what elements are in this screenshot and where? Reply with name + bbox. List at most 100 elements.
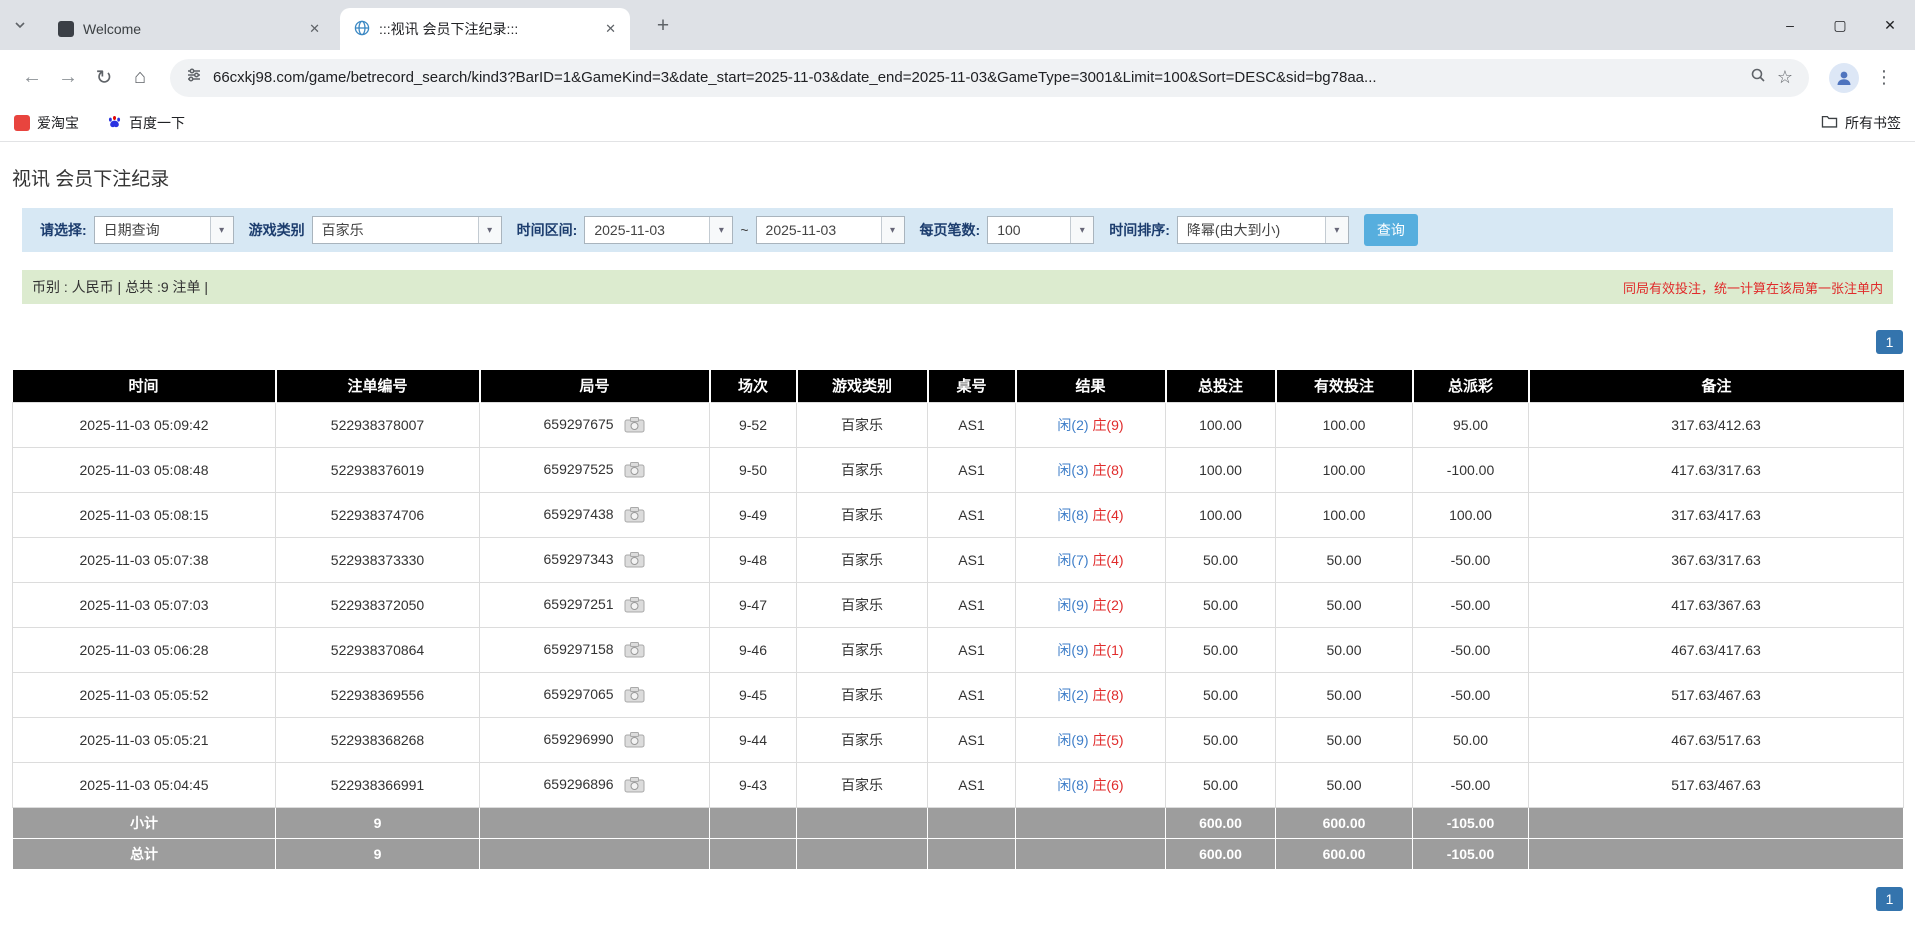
header-payout: 总派彩	[1412, 370, 1530, 402]
video-replay-icon[interactable]	[624, 731, 645, 748]
empty-cell	[479, 806, 710, 839]
tab-close-icon[interactable]: ✕	[305, 19, 324, 39]
cell-bet-id: 522938378007	[275, 401, 480, 448]
chevron-down-icon[interactable]: ▾	[209, 217, 233, 243]
cell-total-bet: 50.00	[1165, 761, 1276, 808]
video-replay-icon[interactable]	[624, 416, 645, 433]
profile-avatar[interactable]	[1829, 62, 1859, 93]
video-replay-icon[interactable]	[624, 461, 645, 478]
cell-valid-bet: 50.00	[1275, 536, 1413, 583]
subtotal-row: 小计 9 600.00 600.00 -105.00	[12, 806, 1904, 839]
chevron-down-icon[interactable]: ▾	[477, 217, 501, 243]
maximize-button[interactable]: ▢	[1815, 0, 1865, 50]
tab-welcome[interactable]: Welcome ✕	[44, 8, 334, 50]
cell-time: 2025-11-03 05:06:28	[12, 626, 276, 673]
date-start-select[interactable]: 2025-11-03 ▾	[584, 216, 734, 244]
header-time: 时间	[12, 370, 277, 402]
cell-bet-id: 522938369556	[275, 671, 480, 718]
cell-table-no: AS1	[927, 716, 1016, 763]
back-icon[interactable]: ←	[14, 60, 50, 96]
game-type-select[interactable]: 百家乐 ▾	[311, 216, 502, 244]
game-type-value: 百家乐	[321, 222, 364, 238]
address-bar[interactable]: 66cxkj98.com/game/betrecord_search/kind3…	[170, 58, 1809, 97]
result-player: 闲(9)	[1057, 731, 1089, 748]
per-page-select[interactable]: 100 ▾	[987, 216, 1095, 244]
round-id: 659297438	[543, 505, 614, 522]
cell-payout: 50.00	[1412, 716, 1529, 763]
cell-valid-bet: 50.00	[1275, 581, 1413, 628]
subtotal-payout: -105.00	[1412, 806, 1529, 839]
cell-result: 闲(9) 庄(1)	[1015, 626, 1166, 673]
browser-toolbar: ← → ↻ ⌂ 66cxkj98.com/game/betrecord_sear…	[0, 50, 1915, 105]
bookmark-aitaobao[interactable]: 爱淘宝	[14, 113, 79, 133]
per-page-value: 100	[997, 222, 1021, 238]
all-bookmarks[interactable]: 所有书签	[1821, 113, 1901, 133]
header-game-type: 游戏类别	[796, 370, 929, 402]
sort-select[interactable]: 降幂(由大到小) ▾	[1176, 216, 1349, 244]
round-id: 659297158	[543, 640, 614, 657]
query-type-select[interactable]: 日期查询 ▾	[93, 216, 234, 244]
cell-session: 9-52	[709, 401, 797, 448]
tab-close-icon[interactable]: ✕	[601, 19, 620, 39]
bookmark-star-icon[interactable]: ☆	[1777, 67, 1793, 88]
minimize-button[interactable]: –	[1765, 0, 1815, 50]
page-number-button-top[interactable]: 1	[1876, 330, 1903, 354]
cell-table-no: AS1	[927, 491, 1016, 538]
video-replay-icon[interactable]	[624, 506, 645, 523]
zoom-icon[interactable]	[1750, 67, 1766, 88]
reload-icon[interactable]: ↻	[86, 60, 122, 96]
forward-icon[interactable]: →	[50, 60, 86, 96]
bookmark-baidu[interactable]: 百度一下	[107, 113, 185, 133]
cell-result: 闲(9) 庄(2)	[1015, 581, 1166, 628]
result-player: 闲(8)	[1057, 506, 1089, 523]
table-row: 2025-11-03 05:05:21 522938368268 6592969…	[12, 716, 1904, 763]
cell-table-no: AS1	[927, 446, 1016, 493]
cell-total-bet: 50.00	[1165, 671, 1276, 718]
url-text[interactable]: 66cxkj98.com/game/betrecord_search/kind3…	[213, 69, 1739, 86]
chevron-down-icon[interactable]	[14, 18, 26, 36]
cell-payout: -50.00	[1412, 581, 1529, 628]
empty-cell	[796, 806, 928, 839]
cell-result: 闲(7) 庄(4)	[1015, 536, 1166, 583]
cell-session: 9-50	[709, 446, 797, 493]
video-replay-icon[interactable]	[624, 551, 645, 568]
tab-betrecord[interactable]: :::视讯 会员下注纪录::: ✕	[340, 8, 630, 50]
result-player: 闲(2)	[1057, 416, 1089, 433]
header-bet-id: 注单编号	[275, 370, 481, 402]
date-end-select[interactable]: 2025-11-03 ▾	[755, 216, 905, 244]
page-number-button-bottom[interactable]: 1	[1876, 887, 1903, 911]
video-replay-icon[interactable]	[624, 596, 645, 613]
menu-kebab-icon[interactable]: ⋮	[1867, 67, 1901, 88]
cell-note: 467.63/417.63	[1528, 626, 1904, 673]
search-button[interactable]: 查询	[1363, 214, 1418, 246]
result-banker: 庄(4)	[1092, 551, 1124, 568]
site-info-icon[interactable]	[186, 67, 202, 88]
cell-total-bet: 50.00	[1165, 626, 1276, 673]
table-row: 2025-11-03 05:09:42 522938378007 6592976…	[12, 401, 1904, 448]
header-session: 场次	[709, 370, 798, 402]
chevron-down-icon[interactable]: ▾	[709, 217, 733, 243]
empty-cell	[1528, 837, 1904, 870]
video-replay-icon[interactable]	[624, 776, 645, 793]
home-icon[interactable]: ⌂	[122, 60, 158, 96]
video-replay-icon[interactable]	[624, 686, 645, 703]
cell-note: 417.63/367.63	[1528, 581, 1904, 628]
bookmark-label: 爱淘宝	[37, 115, 79, 131]
chevron-down-icon[interactable]: ▾	[1324, 217, 1348, 243]
subtotal-count: 9	[275, 806, 480, 839]
subtotal-total-bet: 600.00	[1165, 806, 1276, 839]
cell-table-no: AS1	[927, 626, 1016, 673]
cell-bet-id: 522938372050	[275, 581, 480, 628]
close-button[interactable]: ✕	[1865, 0, 1915, 50]
round-id: 659297343	[543, 550, 614, 567]
chevron-down-icon[interactable]: ▾	[1070, 217, 1094, 243]
chevron-down-icon[interactable]: ▾	[880, 217, 904, 243]
header-valid-bet: 有效投注	[1275, 370, 1414, 402]
cell-round: 659297438	[479, 491, 710, 538]
result-player: 闲(9)	[1057, 596, 1089, 613]
new-tab-button[interactable]: +	[650, 13, 676, 39]
video-replay-icon[interactable]	[624, 641, 645, 658]
result-player: 闲(3)	[1057, 461, 1089, 478]
bet-records-table: 时间 注单编号 局号 场次 游戏类别 桌号 结果 总投注 有效投注 总派彩 备注…	[12, 370, 1904, 870]
cell-game-type: 百家乐	[796, 536, 928, 583]
